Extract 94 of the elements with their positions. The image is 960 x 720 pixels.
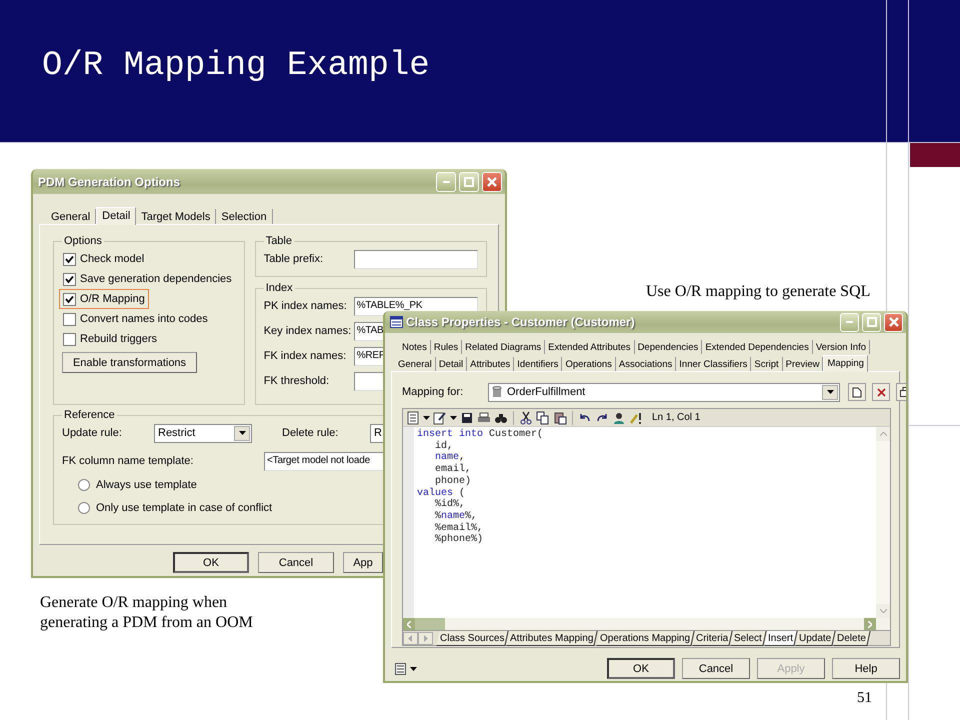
- tab[interactable]: Version Info: [812, 340, 870, 354]
- checkbox-label: Convert names into codes: [80, 313, 208, 325]
- sheet-tab[interactable]: Operations Mapping: [596, 630, 695, 646]
- window-title: Class Properties - Customer (Customer): [406, 315, 636, 329]
- tab[interactable]: Detail: [96, 207, 136, 225]
- caret-icon: [826, 390, 834, 394]
- caption: Use O/R mapping to generate SQL: [646, 282, 872, 302]
- caret-icon: [423, 416, 430, 420]
- enable-transformations-button[interactable]: Enable transformations: [62, 352, 197, 373]
- sheet-tab[interactable]: Select: [730, 630, 767, 646]
- new-button[interactable]: [848, 383, 866, 401]
- checkbox-label: O/R Mapping: [80, 293, 145, 305]
- dialog-button[interactable]: OK: [607, 658, 675, 679]
- dialog-button[interactable]: Help: [832, 658, 900, 679]
- field-label: FK column name template:: [62, 455, 194, 467]
- vertical-scrollbar[interactable]: [876, 427, 890, 618]
- edit-icon[interactable]: [433, 410, 447, 424]
- slide-title: O/R Mapping Example: [42, 47, 430, 85]
- radio-label: Only use template in case of conflict: [96, 502, 272, 514]
- radio-button[interactable]: [78, 478, 90, 490]
- radio-label: Always use template: [96, 478, 197, 490]
- sheet-tab[interactable]: Criteria: [692, 630, 733, 646]
- checkbox[interactable]: [63, 312, 76, 326]
- table-icon: [390, 316, 403, 328]
- checkbox-label: Save generation dependencies: [80, 273, 232, 285]
- window-title: PDM Generation Options: [38, 174, 182, 188]
- update-rule-dropdown[interactable]: Restrict: [154, 424, 252, 442]
- checkbox[interactable]: [63, 332, 76, 346]
- tab[interactable]: Dependencies: [634, 340, 702, 354]
- cursor-position: Ln 1, Col 1: [652, 412, 700, 423]
- group-label: Index: [264, 282, 294, 294]
- horizontal-scrollbar[interactable]: [403, 618, 890, 630]
- list-icon[interactable]: [395, 662, 406, 674]
- caption: Generate O/R mapping when generating a PDM from an OOM: [40, 593, 254, 633]
- tab[interactable]: Rules: [430, 340, 462, 354]
- page-number: 51: [857, 690, 872, 707]
- field-label: FK index names:: [264, 350, 348, 362]
- page-icon: [852, 386, 862, 398]
- list-icon[interactable]: [406, 410, 420, 424]
- field-label: Key index names:: [264, 325, 348, 337]
- dialog-button[interactable]: App: [343, 552, 383, 573]
- checkbox[interactable]: [63, 272, 76, 286]
- dialog-button[interactable]: OK: [173, 552, 249, 573]
- maximize-icon: [464, 176, 474, 186]
- database-icon: [492, 386, 502, 398]
- checkbox[interactable]: [63, 252, 76, 266]
- sheet-tab[interactable]: Delete: [834, 630, 871, 646]
- dialog-button[interactable]: Cancel: [682, 658, 750, 679]
- field-label: Update rule:: [62, 427, 123, 439]
- caret-icon: [410, 666, 417, 670]
- sheet-tab[interactable]: Class Sources: [436, 630, 510, 646]
- checkbox[interactable]: [63, 292, 76, 306]
- delete-icon: [876, 388, 886, 396]
- radio-button[interactable]: [78, 502, 90, 514]
- tab[interactable]: Notes: [399, 340, 431, 354]
- close-icon: [888, 317, 898, 327]
- field-label: FK threshold:: [264, 375, 330, 387]
- checkbox-label: Check model: [80, 253, 144, 265]
- minimize-icon: [442, 180, 450, 182]
- tab[interactable]: Extended Attributes: [545, 340, 635, 354]
- sheet-tab[interactable]: Attributes Mapping: [506, 630, 598, 646]
- tab[interactable]: Mapping: [823, 355, 868, 372]
- print-icon[interactable]: [477, 410, 491, 424]
- caret-icon: [450, 416, 457, 420]
- close-button[interactable]: [482, 172, 502, 192]
- accent-block: [910, 143, 960, 167]
- field-label: Delete rule:: [282, 427, 340, 439]
- pencil-icon[interactable]: [629, 410, 643, 424]
- field-label: Mapping for:: [402, 386, 464, 398]
- field-label: Table prefix:: [264, 253, 324, 265]
- group-label: Options: [63, 235, 103, 247]
- tab[interactable]: Extended Dependencies: [702, 340, 813, 354]
- scroll-thumb[interactable]: [415, 618, 445, 630]
- maximize-icon: [866, 317, 876, 327]
- close-icon: [487, 176, 497, 186]
- caret-icon: [238, 431, 246, 435]
- checkbox-label: Rebuild triggers: [80, 333, 158, 345]
- paste-icon[interactable]: [553, 410, 567, 424]
- dialog-button[interactable]: Cancel: [258, 552, 334, 573]
- minimize-icon: [846, 321, 853, 323]
- field-label: PK index names:: [264, 300, 348, 312]
- sheet-tab[interactable]: Update: [795, 630, 836, 646]
- close-button[interactable]: [884, 312, 903, 332]
- mapping-dropdown[interactable]: OrderFulfillment: [488, 382, 840, 402]
- group-label: Table: [264, 235, 293, 247]
- tab[interactable]: Related Diagrams: [462, 340, 546, 354]
- person-icon[interactable]: [612, 410, 626, 424]
- group-label: Reference: [63, 409, 116, 421]
- copy-icon[interactable]: [536, 410, 550, 424]
- scissors-icon[interactable]: [519, 410, 533, 424]
- text-field[interactable]: [354, 250, 478, 268]
- save-icon[interactable]: [460, 410, 474, 424]
- delete-button[interactable]: [872, 383, 890, 401]
- sheet-tab[interactable]: Insert: [764, 630, 798, 646]
